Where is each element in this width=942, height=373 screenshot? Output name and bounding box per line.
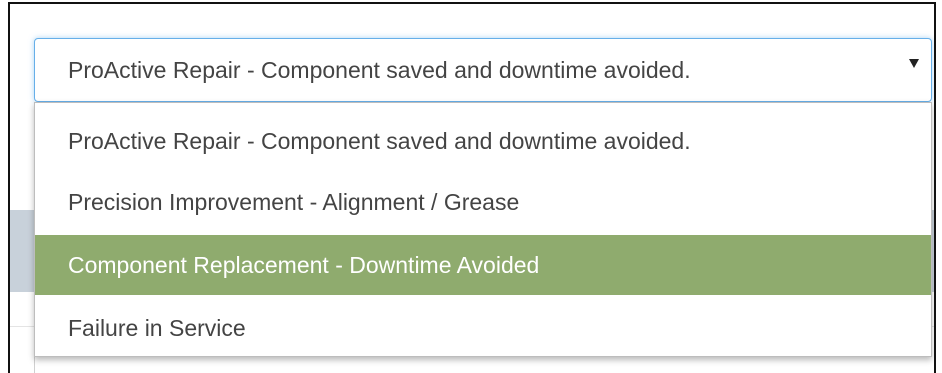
- select-dropdown-list: ProActive Repair - Component saved and d…: [34, 102, 932, 357]
- screenshot-frame: ProActive Repair - Component saved and d…: [8, 2, 936, 373]
- category-select[interactable]: ProActive Repair - Component saved and d…: [34, 38, 932, 102]
- select-current-value: ProActive Repair - Component saved and d…: [68, 57, 691, 83]
- dropdown-option-precision-improvement[interactable]: Precision Improvement - Alignment / Grea…: [35, 172, 931, 232]
- dropdown-option-failure-in-service[interactable]: Failure in Service: [35, 298, 931, 358]
- dropdown-option-proactive-repair[interactable]: ProActive Repair - Component saved and d…: [35, 111, 931, 171]
- dropdown-option-component-replacement[interactable]: Component Replacement - Downtime Avoided: [35, 235, 931, 295]
- background-divider-vertical: [34, 356, 35, 373]
- triangle-down-icon[interactable]: [909, 59, 919, 68]
